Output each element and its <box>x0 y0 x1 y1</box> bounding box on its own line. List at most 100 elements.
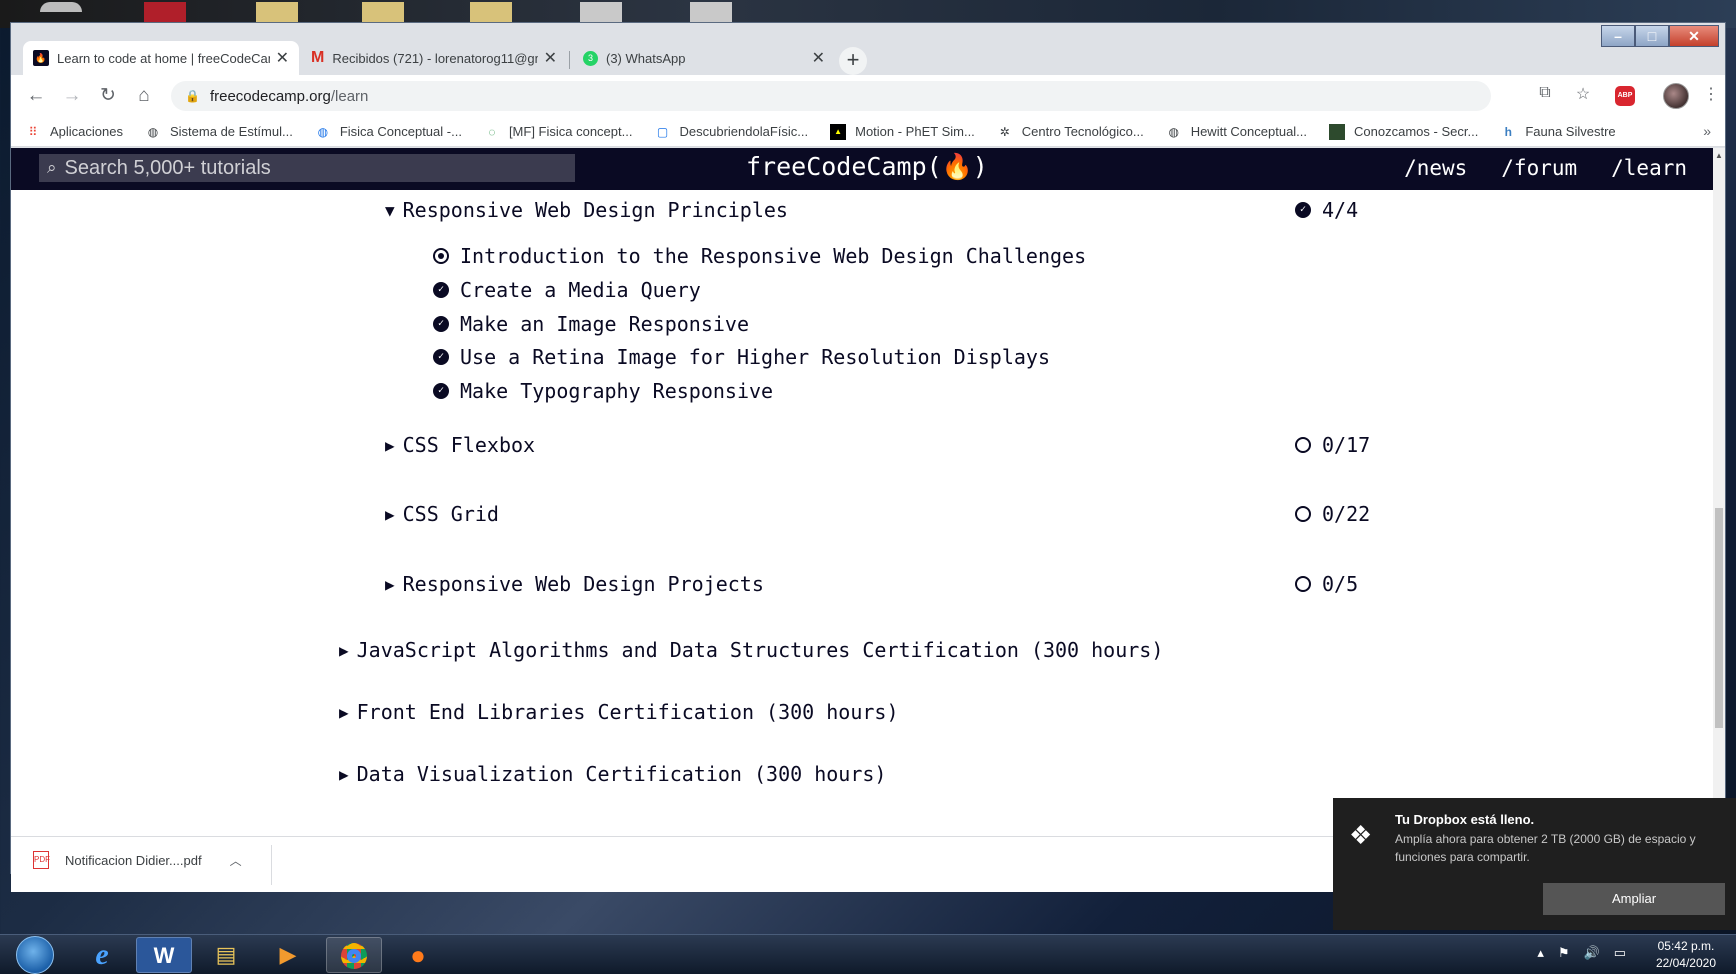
network-icon[interactable]: ▭ <box>1614 945 1626 961</box>
lesson-item[interactable]: ✓ Make an Image Responsive <box>433 312 749 336</box>
forward-icon[interactable]: → <box>59 83 85 109</box>
bookmark-item[interactable]: h Fauna Silvestre <box>1500 124 1616 140</box>
check-circle-icon: ✓ <box>1295 202 1311 218</box>
back-icon[interactable]: ← <box>23 83 49 109</box>
bookmark-label: Fauna Silvestre <box>1525 124 1616 139</box>
bookmark-item[interactable]: Conozcamos - Secr... <box>1329 123 1478 140</box>
maximize-button[interactable]: □ <box>1635 25 1669 47</box>
chrome-icon[interactable] <box>326 937 382 973</box>
bookmarks-overflow-button[interactable]: » <box>1703 123 1711 139</box>
globe-icon: ◍ <box>1168 124 1179 139</box>
bookmark-item[interactable]: ◍ Sistema de Estímul... <box>145 124 293 140</box>
block-header-rwd-projects[interactable]: ▶ Responsive Web Design Projects <box>385 572 764 596</box>
page-scrollbar[interactable]: ▲ <box>1713 148 1725 836</box>
caret-right-icon: ▶ <box>385 435 395 455</box>
block-progress: 0/22 <box>1295 502 1370 526</box>
tab-title: Learn to code at home | freeCodeCamp.org <box>57 50 270 66</box>
adblock-icon[interactable]: ABP <box>1615 86 1635 106</box>
tab-gmail[interactable]: M Recibidos (721) - lorenatorog11@gmail.… <box>301 41 567 75</box>
file-explorer-icon[interactable]: ▤ <box>198 937 254 973</box>
lesson-title: Make Typography Responsive <box>460 379 774 403</box>
block-header-css-grid[interactable]: ▶ CSS Grid <box>385 502 499 526</box>
translate-icon[interactable]: ⧉ <box>1533 84 1557 108</box>
bookmark-item[interactable]: ◍ Fisica Conceptual -... <box>315 124 462 140</box>
bookmark-item[interactable]: ◌ [MF] Fisica concept... <box>484 124 632 140</box>
desktop-app-icon[interactable] <box>144 2 186 22</box>
bookmark-item[interactable]: ✲ Centro Tecnológico... <box>997 124 1144 140</box>
cert-title: Front End Libraries Certification (300 h… <box>356 700 899 724</box>
new-tab-button[interactable]: + <box>839 47 867 75</box>
bookmarks-bar: ⠿ Aplicaciones ◍ Sistema de Estímul... ◍ Fi… <box>11 117 1725 147</box>
bookmark-item[interactable]: ▲ Motion - PhET Sim... <box>830 123 975 140</box>
close-tab-icon[interactable]: ✕ <box>276 48 289 68</box>
nav-link-forum[interactable]: /forum <box>1501 156 1577 180</box>
cert-header-data-visualization[interactable]: ▶ Data Visualization Certification (300 … <box>339 762 886 786</box>
check-circle-icon: ✓ <box>433 316 449 332</box>
clock-time: 05:42 p.m. <box>1657 939 1715 953</box>
folder-icon[interactable] <box>470 2 512 22</box>
word-icon[interactable]: W <box>136 937 192 973</box>
bookmark-item[interactable]: ◍ Hewitt Conceptual... <box>1166 124 1307 140</box>
progress-text: 0/5 <box>1322 572 1359 596</box>
bookmark-item[interactable]: ▢ DescubriendolaFísic... <box>654 124 808 140</box>
lesson-item[interactable]: ✓ Use a Retina Image for Higher Resoluti… <box>433 345 1050 369</box>
clock-date: 22/04/2020 <box>1655 956 1716 970</box>
folder-icon[interactable] <box>256 2 298 22</box>
close-tab-icon[interactable]: ✕ <box>812 48 825 68</box>
clock[interactable]: 05:42 p.m. 22/04/2020 <box>1656 938 1716 972</box>
address-bar[interactable]: 🔒 freecodecamp.org/learn <box>171 81 1491 111</box>
start-button[interactable] <box>16 936 54 974</box>
fcc-logo[interactable]: freeCodeCamp(🔥) <box>746 152 988 182</box>
star-icon[interactable]: ☆ <box>1571 84 1595 108</box>
check-circle-icon: ✓ <box>433 383 449 399</box>
nav-link-news[interactable]: /news <box>1404 156 1467 180</box>
desktop-file-icon[interactable] <box>690 2 732 22</box>
block-progress: 0/5 <box>1295 572 1358 596</box>
search-input[interactable]: ⌕ Search 5,000+ tutorials <box>39 154 575 182</box>
profile-avatar[interactable] <box>1663 83 1689 109</box>
media-player-icon[interactable]: ▶ <box>260 937 316 973</box>
gmail-icon: M <box>311 49 325 66</box>
globe-icon: ◍ <box>317 124 329 139</box>
firefox-icon[interactable]: ● <box>390 937 446 973</box>
cert-header-javascript[interactable]: ▶ JavaScript Algorithms and Data Structu… <box>339 638 1163 662</box>
close-tab-icon[interactable]: ✕ <box>544 48 557 68</box>
internet-explorer-icon[interactable]: e <box>74 937 130 973</box>
block-progress: 0/17 <box>1295 433 1370 457</box>
ampliar-button[interactable]: Ampliar <box>1543 883 1725 915</box>
apps-grid-icon: ⠿ <box>28 124 38 139</box>
empty-circle-icon <box>1295 576 1311 592</box>
check-circle-icon: ✓ <box>433 282 449 298</box>
browser-window: – □ ✕ 🔥 Learn to code at home | freeCode… <box>10 22 1726 892</box>
recycle-bin-icon[interactable] <box>40 2 82 12</box>
tab-freecodecamp[interactable]: 🔥 Learn to code at home | freeCodeCamp.o… <box>23 41 299 75</box>
phet-icon: ▲ <box>830 123 847 140</box>
volume-icon[interactable]: 🔊 <box>1584 945 1600 961</box>
system-tray: ▴ ⚑ 🔊 ▭ <box>1523 945 1626 961</box>
block-header-css-flexbox[interactable]: ▶ CSS Flexbox <box>385 433 535 457</box>
menu-kebab-icon[interactable]: ⋮ <box>1703 84 1719 108</box>
scroll-up-icon[interactable]: ▲ <box>1715 151 1723 160</box>
lesson-item[interactable]: Introduction to the Responsive Web Desig… <box>433 244 1086 268</box>
action-center-flag-icon[interactable]: ⚑ <box>1558 945 1570 961</box>
caret-right-icon: ▶ <box>385 574 395 594</box>
block-progress: ✓ 4/4 <box>1295 198 1358 222</box>
nav-link-learn[interactable]: /learn <box>1611 156 1687 180</box>
folder-icon[interactable] <box>362 2 404 22</box>
scrollbar-thumb[interactable] <box>1715 508 1723 728</box>
reload-icon[interactable]: ↻ <box>95 83 121 109</box>
lesson-item[interactable]: ✓ Make Typography Responsive <box>433 379 773 403</box>
chevron-up-icon[interactable]: ︿ <box>230 852 242 869</box>
close-window-button[interactable]: ✕ <box>1669 25 1719 47</box>
show-hidden-icons-icon[interactable]: ▴ <box>1537 945 1544 961</box>
cert-header-front-end-libraries[interactable]: ▶ Front End Libraries Certification (300… <box>339 700 899 724</box>
home-icon[interactable]: ⌂ <box>131 83 157 109</box>
block-header-responsive-principles[interactable]: ▼ Responsive Web Design Principles <box>385 198 788 222</box>
desktop-file-icon[interactable] <box>580 2 622 22</box>
lesson-item[interactable]: ✓ Create a Media Query <box>433 278 701 302</box>
caret-right-icon: ▶ <box>339 764 349 784</box>
bookmark-item[interactable]: ⠿ Aplicaciones <box>25 124 123 140</box>
download-item[interactable]: PDF Notificacion Didier....pdf ︿ <box>33 851 242 869</box>
divider <box>271 845 272 885</box>
tab-whatsapp[interactable]: 3 (3) WhatsApp ✕ <box>573 41 835 75</box>
